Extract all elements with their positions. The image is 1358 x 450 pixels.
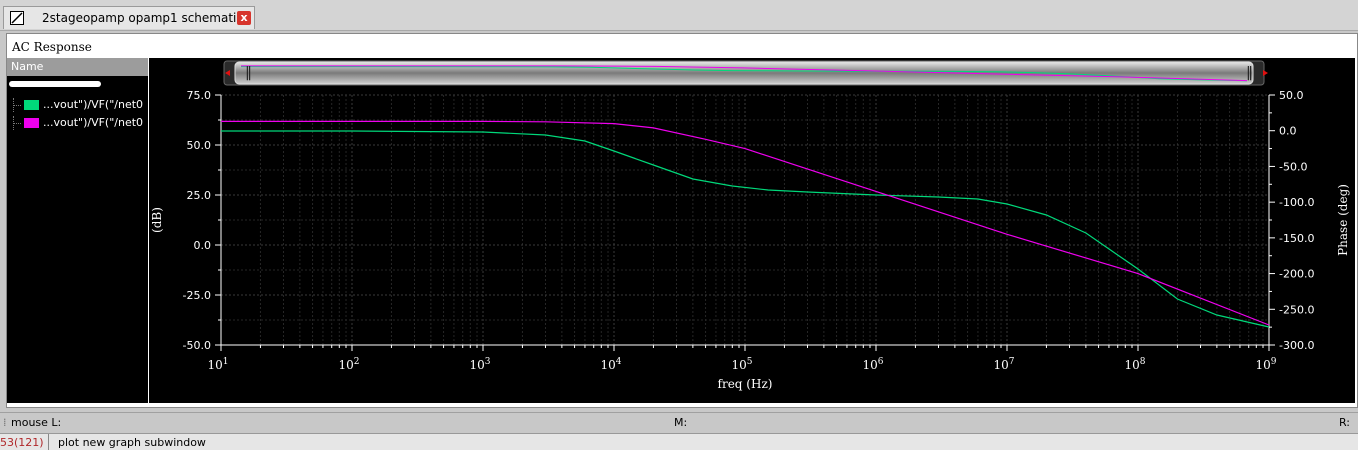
command-number: 53(121) (0, 436, 44, 449)
legend-item-1[interactable]: ...vout")/VF("/net0 (13, 98, 148, 112)
y-right-tick-label: -200.0 (1279, 268, 1314, 281)
ac-response-panel: AC Response Name ...vout")/VF("/net0 ...… (6, 33, 1358, 408)
ac-response-chart[interactable]: ‖ ‖ 75.0 50.0 25.0 0.0 -25.0 -50.0 50.0 0.0 -50.… (149, 58, 1355, 403)
x-tick-label: 101 (207, 357, 228, 372)
x-tick-label: 102 (338, 357, 359, 372)
schematic-icon (10, 11, 24, 25)
names-scroll-handle[interactable] (9, 81, 101, 87)
tree-branch (13, 116, 22, 130)
mouse-middle-status: M: (674, 416, 688, 429)
scroll-right-icon[interactable] (1263, 70, 1268, 76)
y-right-tick-label: 0.0 (1279, 125, 1297, 138)
y-right-tick-label: -100.0 (1279, 196, 1314, 209)
tab-bar: 2stageopamp opamp1 schematic x (0, 0, 1358, 31)
x-tick-label: 109 (1255, 357, 1276, 372)
x-tick-label: 104 (600, 357, 621, 372)
panel-title: AC Response (12, 40, 92, 54)
x-tick-label: 105 (731, 357, 752, 372)
y-right-tick-label: 50.0 (1279, 89, 1304, 102)
y-right-tick-label: -50.0 (1279, 160, 1307, 173)
status-bar: ⁞ mouse L: M: R: (0, 412, 1358, 433)
x-tick-label: 108 (1124, 357, 1145, 372)
x-tick-label: 103 (469, 357, 490, 372)
y-left-tick-label: 50.0 (187, 139, 212, 152)
overview-scrollbar[interactable]: ‖ ‖ (223, 60, 1268, 86)
x-tick-label: 107 (993, 357, 1014, 372)
legend-label: ...vout")/VF("/net0 (43, 98, 144, 111)
legend-label: ...vout")/VF("/net0 (43, 116, 144, 129)
tab-title: 2stageopamp opamp1 schematic (42, 11, 243, 25)
tree-branch (13, 98, 22, 112)
right-grip-icon[interactable]: ‖ (1246, 65, 1253, 81)
y-right-tick-label: -250.0 (1279, 303, 1314, 316)
plot-area: ‖ ‖ 75.0 50.0 25.0 0.0 -25.0 -50.0 50.0 0.0 -50.… (149, 58, 1355, 403)
overview-thumb[interactable] (234, 61, 1254, 85)
grid (220, 94, 1270, 346)
x-axis-label: freq (Hz) (718, 377, 773, 391)
y-right-tick-label: -300.0 (1279, 339, 1314, 352)
y-left-tick-label: -50.0 (183, 339, 211, 352)
mouse-left-status: mouse L: (11, 416, 62, 429)
y-left-tick-label: 0.0 (194, 239, 212, 252)
signal-name-list: Name ...vout")/VF("/net0 ...vout")/VF("/… (7, 58, 148, 403)
y-axis-right-label: Phase (deg) (1336, 184, 1350, 256)
command-bar: 53(121) plot new graph subwindow (0, 433, 1358, 450)
y-axis-left-label: (dB) (150, 207, 164, 233)
command-text: plot new graph subwindow (58, 436, 206, 449)
legend-swatch-magenta (24, 118, 39, 128)
left-grip-icon[interactable]: ‖ (245, 65, 252, 81)
tab-schematic[interactable]: 2stageopamp opamp1 schematic x (3, 6, 255, 29)
x-tick-label: 106 (862, 357, 883, 372)
command-separator (48, 434, 49, 450)
names-header[interactable]: Name (7, 58, 148, 76)
mouse-right-status: R: (1339, 416, 1351, 429)
legend-swatch-green (24, 100, 39, 110)
y-right-tick-label: -150.0 (1279, 232, 1314, 245)
y-left-tick-label: -25.0 (183, 289, 211, 302)
legend-item-2[interactable]: ...vout")/VF("/net0 (13, 116, 148, 130)
status-grip-icon: ⁞ (3, 416, 7, 429)
y-left-tick-label: 25.0 (187, 189, 212, 202)
close-icon[interactable]: x (237, 11, 251, 25)
y-left-tick-label: 75.0 (187, 89, 212, 102)
